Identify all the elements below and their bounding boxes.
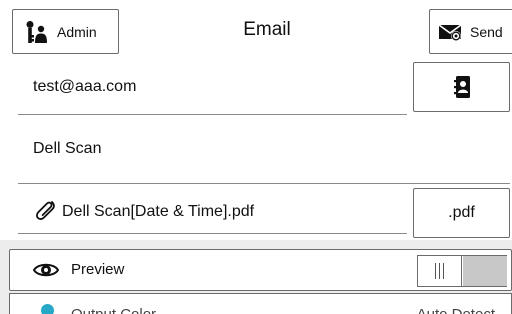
paperclip-icon: [34, 198, 60, 229]
output-color-row[interactable]: Output Color Auto Detect: [9, 293, 512, 314]
header-bar: Admin Email Send: [0, 0, 512, 62]
file-format-label: .pdf: [448, 204, 475, 221]
toggle-knob[interactable]: [418, 256, 462, 286]
toggle-track: [463, 256, 507, 286]
subject-field[interactable]: Dell Scan: [33, 140, 101, 158]
color-icon: [41, 304, 54, 314]
address-book-button[interactable]: [413, 62, 510, 112]
address-book-icon: [453, 76, 470, 98]
send-button[interactable]: Send: [429, 9, 512, 54]
attachment-underline: [18, 233, 407, 234]
preview-row[interactable]: Preview: [9, 249, 512, 291]
preview-label: Preview: [71, 261, 125, 278]
send-envelope-icon: [438, 23, 462, 41]
preview-toggle[interactable]: [417, 255, 507, 287]
subject-underline: [18, 183, 510, 184]
recipient-underline: [18, 114, 407, 115]
output-color-label: Output Color: [71, 306, 156, 314]
file-format-button[interactable]: .pdf: [413, 188, 510, 238]
send-label: Send: [470, 23, 503, 40]
output-color-value: Auto Detect: [417, 306, 495, 314]
eye-icon: [32, 261, 60, 284]
attachment-filename[interactable]: Dell Scan[Date & Time].pdf: [62, 203, 254, 221]
recipient-field[interactable]: test@aaa.com: [33, 78, 136, 96]
